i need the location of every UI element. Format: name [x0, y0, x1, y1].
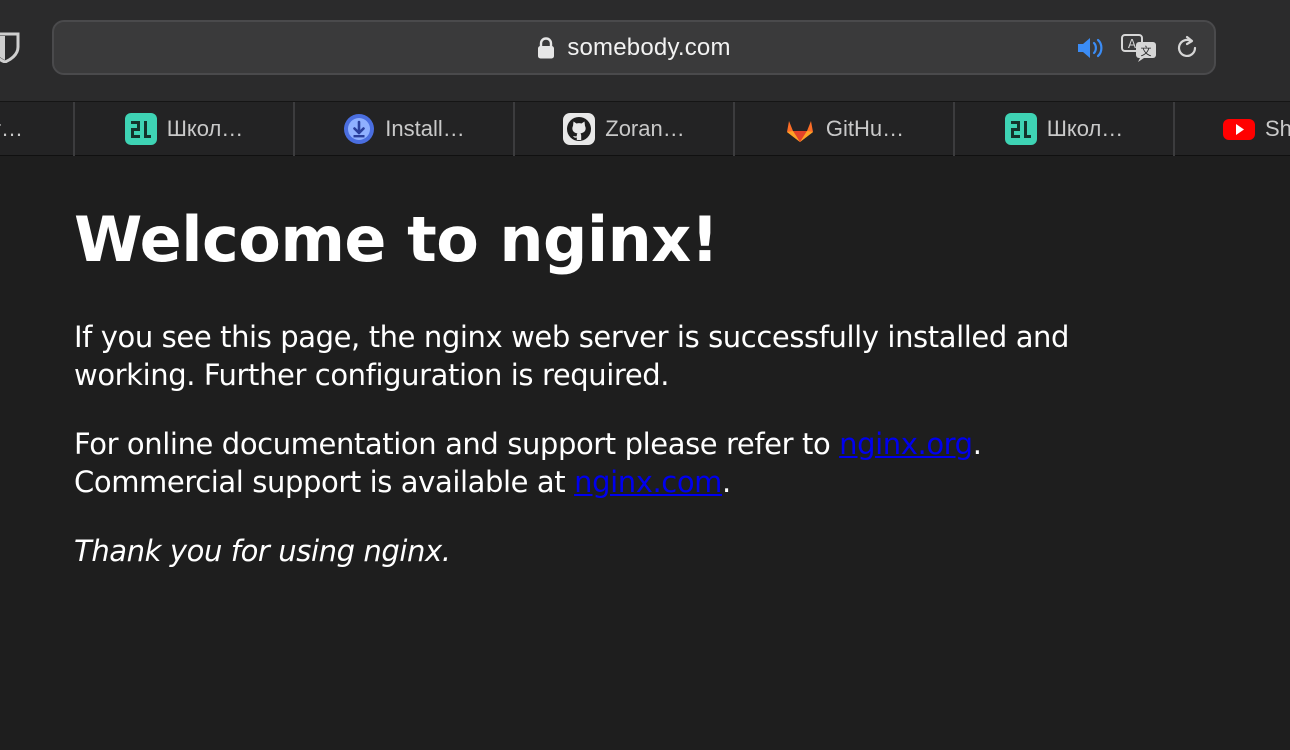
school21-icon	[1004, 113, 1037, 145]
page-content: Welcome to nginx! If you see this page, …	[74, 157, 1174, 570]
nginx-com-link[interactable]: nginx.com	[574, 465, 722, 499]
commercial-text: Commercial support is available at	[74, 465, 575, 499]
svg-text:A: A	[1128, 37, 1137, 51]
tab-label: Школ…	[1046, 116, 1124, 141]
address-bar-center: somebody.com	[54, 22, 1214, 73]
browser-toolbar: somebody.com A 文	[0, 0, 1290, 101]
tab-school21[interactable]: Школ…	[75, 102, 295, 156]
docs-text: For online documentation and support ple…	[74, 427, 840, 461]
youtube-icon	[1223, 119, 1255, 140]
download-icon	[344, 114, 375, 144]
commercial-period: .	[722, 465, 731, 499]
tab-label: Zoran…	[605, 116, 685, 141]
speaker-icon[interactable]	[1076, 35, 1106, 61]
thanks-text: Thank you for using nginx.	[74, 534, 451, 568]
school21-icon	[124, 113, 157, 145]
tab-label: Install…	[385, 116, 465, 141]
tab-github-zoran[interactable]: Zoran…	[515, 102, 735, 156]
github-icon	[563, 113, 596, 145]
address-bar-actions: A 文	[1076, 22, 1200, 73]
address-bar[interactable]: somebody.com A 文	[52, 20, 1216, 75]
shield-icon[interactable]	[0, 31, 20, 63]
tab-label: Sh	[1265, 116, 1290, 141]
docs-period: .	[972, 427, 982, 461]
tab-label: …r…	[0, 116, 23, 141]
favorites-bar: …r… Школ… Install… Zoran…	[0, 101, 1290, 156]
tab-label: Школ…	[166, 116, 244, 141]
tab-install[interactable]: Install…	[295, 102, 515, 156]
docs-paragraph: For online documentation and support ple…	[74, 425, 1174, 501]
page-title: Welcome to nginx!	[74, 203, 719, 276]
reload-icon[interactable]	[1174, 35, 1200, 61]
lock-icon	[538, 36, 555, 58]
url-text[interactable]: somebody.com	[567, 34, 730, 62]
tab-label: GitHu…	[825, 116, 905, 141]
intro-paragraph: If you see this page, the nginx web serv…	[74, 320, 1070, 392]
nginx-org-link[interactable]: nginx.org	[839, 427, 973, 461]
gitlab-icon	[786, 121, 813, 142]
translate-icon[interactable]: A 文	[1120, 33, 1160, 63]
svg-text:文: 文	[1141, 44, 1152, 58]
tab-school21-2[interactable]: Школ…	[955, 102, 1175, 156]
tab-gitlab[interactable]: GitHu…	[735, 102, 955, 156]
tab-partial[interactable]: …r…	[0, 102, 75, 156]
tab-youtube[interactable]: Sh	[1175, 102, 1290, 156]
